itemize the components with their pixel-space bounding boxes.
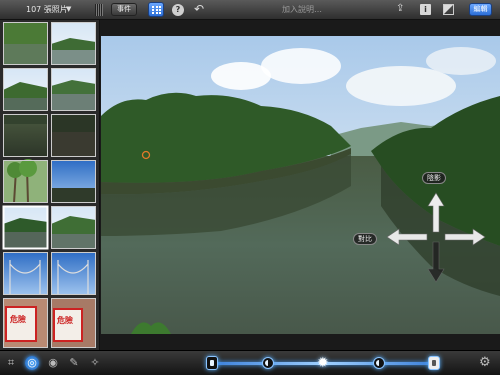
grip-handle[interactable] — [95, 4, 103, 16]
white-point-handle[interactable] — [428, 356, 440, 370]
shadows-label: 陰影 — [422, 172, 446, 184]
black-point-handle[interactable] — [206, 356, 218, 370]
help-icon[interactable]: ? — [172, 4, 184, 16]
crop-icon[interactable]: ⌗ — [4, 356, 18, 370]
svg-text:危險: 危險 — [9, 314, 26, 324]
thumbnail-selected[interactable] — [2, 205, 49, 250]
thumbnail[interactable] — [3, 22, 48, 65]
thumbnail[interactable]: 危險 — [3, 298, 48, 348]
bottom-toolbar: ⌗ ◎ ◉ ✎ ✧ ✹ ⚙ — [0, 350, 500, 375]
color-icon[interactable]: ◉ — [46, 356, 60, 370]
thumbnail-grid: 危險 危險 — [2, 22, 96, 348]
thumbnail[interactable] — [51, 252, 96, 295]
thumbnail[interactable] — [3, 159, 48, 204]
exposure-icon[interactable]: ◎ — [25, 356, 39, 370]
thumbnail[interactable] — [51, 206, 96, 249]
events-button[interactable]: 事件 — [111, 3, 137, 16]
chevron-down-icon[interactable]: ▼ — [66, 5, 71, 13]
grid-icon[interactable] — [148, 2, 164, 17]
caption-field[interactable]: 加入說明… — [282, 4, 322, 15]
svg-text:危險: 危險 — [56, 315, 73, 325]
thumbnail[interactable] — [51, 160, 96, 203]
thumbnail[interactable] — [51, 68, 96, 111]
album-title[interactable]: 107 張照片 — [26, 4, 68, 15]
effects-icon[interactable]: ✧ — [88, 356, 102, 370]
thumbnail[interactable] — [3, 114, 48, 157]
share-icon[interactable]: ⇪ — [396, 3, 404, 14]
gear-icon[interactable]: ⚙ — [479, 355, 491, 370]
highlights-handle[interactable] — [373, 357, 385, 369]
top-toolbar: 107 張照片 ▼ 事件 ? ↶ 加入說明… ⇪ i 編輯 — [0, 0, 500, 20]
thumbnail[interactable] — [51, 114, 96, 157]
thumbnail-browser[interactable]: 危險 危險 — [0, 20, 100, 350]
brushes-icon[interactable]: ✎ — [67, 356, 81, 370]
brightness-handle[interactable]: ✹ — [317, 355, 329, 371]
main-photo[interactable]: 陰影 對比 — [101, 36, 500, 334]
thumbnail[interactable] — [3, 252, 48, 295]
contrast-label: 對比 — [353, 233, 377, 245]
info-icon[interactable]: i — [420, 4, 431, 15]
compare-icon[interactable] — [443, 4, 454, 15]
edit-button[interactable]: 編輯 — [469, 3, 492, 16]
shadows-handle[interactable] — [262, 357, 274, 369]
thumbnail[interactable]: 危險 — [51, 298, 96, 348]
undo-icon[interactable]: ↶ — [194, 2, 204, 16]
thumbnail[interactable] — [51, 22, 96, 65]
thumbnail[interactable] — [3, 68, 48, 111]
